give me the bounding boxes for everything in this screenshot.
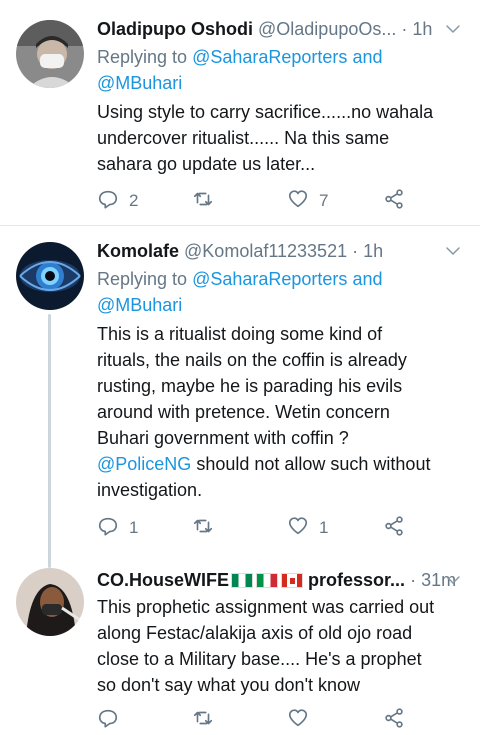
retweet-button[interactable]: [192, 188, 224, 214]
text-fragment: should not allow such without: [191, 454, 431, 474]
tweet-text: This prophetic assignment was carried ou…: [97, 594, 467, 698]
retweet-icon: [192, 515, 214, 542]
reply-button[interactable]: 1: [97, 515, 138, 541]
like-icon: [287, 707, 309, 734]
like-count: 7: [319, 191, 329, 210]
and-word[interactable]: and: [352, 269, 382, 289]
tweet-1[interactable]: Oladipupo Oshodi @OladipupoOs... · 1h Re…: [0, 0, 480, 225]
display-name[interactable]: Komolafe: [97, 241, 179, 261]
share-button[interactable]: [383, 515, 405, 541]
chevron-down-icon[interactable]: [444, 17, 464, 41]
text-line: @PoliceNG should not allow such without: [97, 451, 467, 477]
share-button[interactable]: [383, 188, 405, 214]
mention-link[interactable]: @MBuhari: [97, 73, 182, 93]
tweet-actions: 2 7: [97, 188, 427, 214]
avatar[interactable]: [16, 242, 84, 310]
text-line: rusting, maybe he is parading his evils: [97, 376, 403, 396]
nigeria-flag-icon: [231, 573, 254, 588]
share-button[interactable]: [383, 707, 405, 733]
tweet-header: Oladipupo Oshodi @OladipupoOs... · 1h: [97, 17, 458, 41]
canada-flag-icon: [281, 573, 304, 588]
separator-dot: ·: [410, 570, 417, 590]
reply-button[interactable]: 2: [97, 188, 138, 214]
avatar[interactable]: [16, 568, 84, 636]
reply-icon: [97, 707, 119, 734]
tweet-actions: 1 1: [97, 515, 427, 541]
avatar[interactable]: [16, 20, 84, 88]
text-line: so don't say what you don't know: [97, 675, 361, 695]
display-name-suffix[interactable]: professor...: [308, 570, 405, 590]
text-line: Using style to carry sacrifice......no w…: [97, 102, 434, 122]
mention-link[interactable]: @MBuhari: [97, 295, 182, 315]
tweet-2[interactable]: Komolafe @Komolaf11233521 · 1h Replying …: [0, 226, 480, 568]
text-line: This is a ritualist doing some kind of: [97, 324, 383, 344]
text-line: This prophetic assignment was carried ou…: [97, 597, 435, 617]
text-line: rituals, the nails on the coffin is alre…: [97, 350, 407, 370]
user-handle[interactable]: @OladipupoOs...: [258, 19, 396, 39]
text-line: along Festac/alakija axis of old ojo roa…: [97, 623, 413, 643]
reply-count: 2: [129, 191, 139, 210]
retweet-icon: [192, 188, 214, 215]
like-button[interactable]: [287, 707, 319, 733]
chevron-down-icon[interactable]: [444, 239, 464, 263]
tweet-header: CO.HouseWIFE professor... · 31m: [97, 568, 458, 592]
share-icon: [383, 188, 405, 215]
reply-icon: [97, 188, 119, 215]
share-icon: [383, 707, 405, 734]
display-name[interactable]: CO.HouseWIFE: [97, 570, 229, 590]
mention-link[interactable]: @PoliceNG: [97, 454, 191, 474]
display-name[interactable]: Oladipupo Oshodi: [97, 19, 253, 39]
text-line: around with pretence. Wetin concern: [97, 402, 390, 422]
user-handle[interactable]: @Komolaf11233521: [184, 241, 347, 261]
text-line: undercover ritualist...... Na this same: [97, 128, 390, 148]
like-button[interactable]: 7: [287, 188, 328, 214]
tweet-text: This is a ritualist doing some kind of r…: [97, 321, 467, 503]
reply-count: 1: [129, 518, 139, 537]
retweet-button[interactable]: [192, 707, 224, 733]
replying-to: Replying to @SaharaReporters and @MBuhar…: [97, 266, 467, 318]
share-icon: [383, 515, 405, 542]
italy-flag-icon: [256, 573, 279, 588]
replying-label: Replying to: [97, 47, 188, 67]
like-count: 1: [319, 518, 329, 537]
separator-dot: ·: [401, 19, 408, 39]
text-line: Buhari government with coffin ?: [97, 428, 349, 448]
like-icon: [287, 515, 309, 542]
replying-label: Replying to: [97, 269, 188, 289]
replying-to: Replying to @SaharaReporters and @MBuhar…: [97, 44, 467, 96]
reply-icon: [97, 515, 119, 542]
tweet-3[interactable]: CO.HouseWIFE professor... · 31m This pro…: [0, 556, 480, 735]
tweet-actions: [97, 707, 427, 733]
reply-button[interactable]: [97, 707, 129, 733]
text-line: investigation.: [97, 480, 203, 500]
like-icon: [287, 188, 309, 215]
like-button[interactable]: 1: [287, 515, 328, 541]
text-line: sahara go update us later...: [97, 154, 316, 174]
timestamp[interactable]: 1h: [363, 241, 383, 261]
retweet-button[interactable]: [192, 515, 224, 541]
text-line: close to a Military base.... He's a prop…: [97, 649, 422, 669]
tweet-text: Using style to carry sacrifice......no w…: [97, 99, 467, 177]
mention-link[interactable]: @SaharaReporters: [192, 269, 347, 289]
retweet-icon: [192, 707, 214, 734]
tweet-header: Komolafe @Komolaf11233521 · 1h: [97, 239, 458, 263]
timestamp[interactable]: 1h: [412, 19, 432, 39]
separator-dot: ·: [352, 241, 359, 261]
chevron-down-icon[interactable]: [444, 568, 464, 592]
thread-line: [48, 314, 51, 568]
and-word[interactable]: and: [352, 47, 382, 67]
mention-link[interactable]: @SaharaReporters: [192, 47, 347, 67]
